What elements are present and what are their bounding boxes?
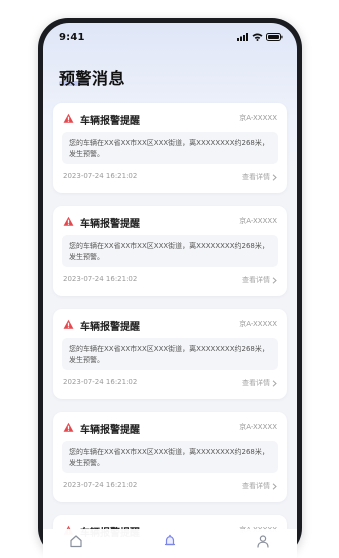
alert-time: 2023-07-24 16:21:02 bbox=[63, 481, 138, 489]
bell-icon[interactable] bbox=[163, 534, 177, 548]
alert-card[interactable]: 车辆报警提醒 京A-XXXXX 您的车辆在XX省XX市XX区XXX街道，离XXX… bbox=[53, 206, 287, 296]
wifi-icon bbox=[252, 33, 263, 41]
alert-message-box: 您的车辆在XX省XX市XX区XXX街道，离XXXXXXXX约268米，发生预警。 bbox=[62, 132, 278, 164]
alert-message: 您的车辆在XX省XX市XX区XXX街道，离XXXXXXXX约268米，发生预警。 bbox=[69, 345, 269, 364]
signal-icon bbox=[237, 33, 248, 41]
license-plate: 京A-XXXXX bbox=[239, 114, 277, 122]
phone-frame: 9:41 预警消息 车辆报警提醒 京A-XXXXX 您的车辆在XX省XX市XX区… bbox=[38, 18, 302, 558]
alert-title: 车辆报警提醒 bbox=[80, 322, 140, 333]
license-plate: 京A-XXXXX bbox=[239, 423, 277, 431]
battery-icon bbox=[266, 33, 283, 41]
alert-time: 2023-07-24 16:21:02 bbox=[63, 172, 138, 180]
alert-message-box: 您的车辆在XX省XX市XX区XXX街道，离XXXXXXXX约268米，发生预警。 bbox=[62, 441, 278, 473]
alert-card[interactable]: 车辆报警提醒 京A-XXXXX 您的车辆在XX省XX市XX区XXX街道，离XXX… bbox=[53, 309, 287, 399]
view-details-label: 查看详情 bbox=[242, 379, 270, 387]
view-details-link[interactable]: 查看详情 bbox=[242, 275, 277, 285]
status-time: 9:41 bbox=[59, 32, 85, 43]
alert-card-header: 车辆报警提醒 京A-XXXXX bbox=[53, 206, 287, 234]
alert-title: 车辆报警提醒 bbox=[80, 425, 140, 436]
alert-card-header: 车辆报警提醒 京A-XXXXX bbox=[53, 412, 287, 440]
status-icons bbox=[237, 33, 283, 41]
alert-time: 2023-07-24 16:21:02 bbox=[63, 275, 138, 283]
warning-icon bbox=[63, 113, 74, 123]
view-details-link[interactable]: 查看详情 bbox=[242, 172, 277, 182]
license-plate: 京A-XXXXX bbox=[239, 217, 277, 225]
warning-icon bbox=[63, 422, 74, 432]
license-plate: 京A-XXXXX bbox=[239, 320, 277, 328]
app-screen: 9:41 预警消息 车辆报警提醒 京A-XXXXX 您的车辆在XX省XX市XX区… bbox=[43, 23, 297, 558]
chevron-right-icon bbox=[272, 276, 277, 284]
alert-message-box: 您的车辆在XX省XX市XX区XXX街道，离XXXXXXXX约268米，发生预警。 bbox=[62, 235, 278, 267]
warning-icon bbox=[63, 319, 74, 329]
alert-card[interactable]: 车辆报警提醒 京A-XXXXX 您的车辆在XX省XX市XX区XXX街道，离XXX… bbox=[53, 412, 287, 502]
view-details-label: 查看详情 bbox=[242, 482, 270, 490]
alert-title: 车辆报警提醒 bbox=[80, 116, 140, 127]
warning-icon bbox=[63, 216, 74, 226]
status-bar: 9:41 bbox=[43, 23, 297, 51]
chevron-right-icon bbox=[272, 173, 277, 181]
alert-message: 您的车辆在XX省XX市XX区XXX街道，离XXXXXXXX约268米，发生预警。 bbox=[69, 139, 269, 158]
alert-title: 车辆报警提醒 bbox=[80, 219, 140, 230]
view-details-link[interactable]: 查看详情 bbox=[242, 481, 277, 491]
alert-time: 2023-07-24 16:21:02 bbox=[63, 378, 138, 386]
view-details-label: 查看详情 bbox=[242, 173, 270, 181]
view-details-label: 查看详情 bbox=[242, 276, 270, 284]
chevron-right-icon bbox=[272, 379, 277, 387]
alert-message: 您的车辆在XX省XX市XX区XXX街道，离XXXXXXXX约268米，发生预警。 bbox=[69, 448, 269, 467]
view-details-link[interactable]: 查看详情 bbox=[242, 378, 277, 388]
alert-card-header: 车辆报警提醒 京A-XXXXX bbox=[53, 309, 287, 337]
alert-message-box: 您的车辆在XX省XX市XX区XXX街道，离XXXXXXXX约268米，发生预警。 bbox=[62, 338, 278, 370]
alert-message: 您的车辆在XX省XX市XX区XXX街道，离XXXXXXXX约268米，发生预警。 bbox=[69, 242, 269, 261]
alert-card[interactable]: 车辆报警提醒 京A-XXXXX 您的车辆在XX省XX市XX区XXX街道，离XXX… bbox=[53, 103, 287, 193]
page-title: 预警消息 bbox=[59, 69, 126, 88]
user-icon[interactable] bbox=[256, 534, 270, 548]
home-icon[interactable] bbox=[69, 534, 83, 548]
chevron-right-icon bbox=[272, 482, 277, 490]
alert-card-header: 车辆报警提醒 京A-XXXXX bbox=[53, 103, 287, 131]
